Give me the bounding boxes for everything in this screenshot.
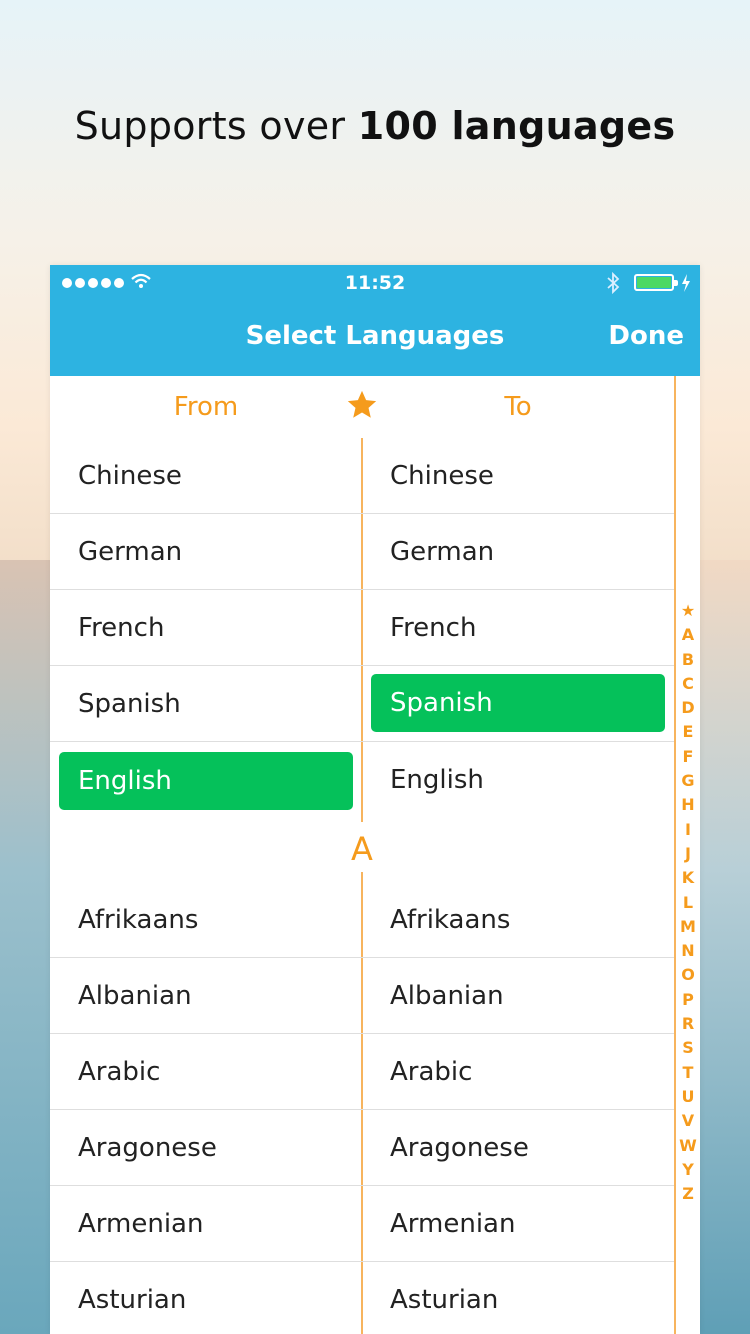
index-letter[interactable]: B xyxy=(682,648,694,672)
index-letter[interactable]: E xyxy=(683,720,694,744)
from-language-item[interactable]: Armenian xyxy=(78,1186,203,1262)
list-row: Arabic Arabic xyxy=(50,1034,674,1110)
index-letter[interactable]: U xyxy=(682,1085,695,1109)
to-language-item[interactable]: English xyxy=(390,742,484,818)
to-language-item[interactable]: Albanian xyxy=(390,958,504,1034)
index-letter[interactable]: A xyxy=(682,623,694,647)
from-language-selected[interactable]: English xyxy=(59,752,353,810)
to-language-item[interactable]: German xyxy=(390,514,494,590)
index-letter[interactable]: W xyxy=(679,1134,697,1158)
list-row: German German xyxy=(50,514,674,590)
from-language-item[interactable]: Albanian xyxy=(78,958,192,1034)
to-language-item[interactable]: French xyxy=(390,590,476,666)
bolt-icon xyxy=(682,274,690,292)
battery-icon xyxy=(634,274,678,291)
index-letter[interactable]: G xyxy=(681,769,694,793)
list-row: Afrikaans Afrikaans xyxy=(50,882,674,958)
to-language-item[interactable]: Chinese xyxy=(390,438,494,514)
index-letter[interactable]: V xyxy=(682,1109,694,1133)
index-letter[interactable]: L xyxy=(683,891,693,915)
language-list: From To Chinese Chinese German German Fr… xyxy=(50,376,674,1334)
index-letter[interactable]: H xyxy=(681,793,694,817)
headline: Supports over 100 languages xyxy=(0,104,750,148)
list-row: Aragonese Aragonese xyxy=(50,1110,674,1186)
index-letter[interactable]: I xyxy=(685,818,691,842)
index-letter[interactable]: D xyxy=(681,696,694,720)
list-row: Asturian Asturian xyxy=(50,1262,674,1334)
from-language-item[interactable]: Spanish xyxy=(78,666,181,742)
to-language-selected[interactable]: Spanish xyxy=(371,674,665,732)
to-column-header: To xyxy=(504,392,532,422)
nav-title: Select Languages xyxy=(245,321,505,351)
from-language-item[interactable]: French xyxy=(78,590,164,666)
from-language-item[interactable]: Aragonese xyxy=(78,1110,217,1186)
index-letter[interactable]: M xyxy=(680,915,696,939)
list-row: Spanish Spanish xyxy=(50,666,674,742)
index-letter[interactable]: J xyxy=(685,842,691,866)
list-row: French French xyxy=(50,590,674,666)
section-header-a: A xyxy=(338,830,386,868)
index-letter[interactable]: F xyxy=(683,745,694,769)
from-language-item[interactable]: Afrikaans xyxy=(78,882,198,958)
index-letter[interactable]: T xyxy=(683,1061,694,1085)
index-letter[interactable]: C xyxy=(682,672,694,696)
list-row: Armenian Armenian xyxy=(50,1186,674,1262)
headline-bold: 100 languages xyxy=(357,104,676,148)
device-screen: 11:52 Select Languages Done From To Chin… xyxy=(50,265,700,1334)
list-row: English English xyxy=(50,742,674,818)
to-language-item[interactable]: Arabic xyxy=(390,1034,472,1110)
status-bar: 11:52 xyxy=(50,265,700,301)
from-language-item[interactable]: Asturian xyxy=(78,1262,186,1334)
star-icon xyxy=(347,390,377,418)
list-row: Albanian Albanian xyxy=(50,958,674,1034)
from-language-item[interactable]: Chinese xyxy=(78,438,182,514)
index-letter[interactable]: P xyxy=(682,988,694,1012)
index-letter[interactable]: S xyxy=(682,1036,694,1060)
to-language-item[interactable]: Aragonese xyxy=(390,1110,529,1186)
index-letter[interactable]: Y xyxy=(682,1158,694,1182)
index-letter[interactable]: Z xyxy=(682,1182,694,1206)
status-time: 11:52 xyxy=(344,272,406,294)
navigation-bar: Select Languages Done xyxy=(50,301,700,376)
index-letter[interactable]: R xyxy=(682,1012,694,1036)
to-language-item[interactable]: Afrikaans xyxy=(390,882,510,958)
index-letter[interactable]: ★ xyxy=(681,599,695,623)
to-language-item[interactable]: Asturian xyxy=(390,1262,498,1334)
from-column-header: From xyxy=(173,392,239,422)
index-letter[interactable]: N xyxy=(681,939,694,963)
done-button[interactable]: Done xyxy=(608,321,684,351)
from-language-item[interactable]: Arabic xyxy=(78,1034,160,1110)
to-language-item[interactable]: Armenian xyxy=(390,1186,515,1262)
bluetooth-icon xyxy=(607,271,620,295)
index-letter[interactable]: K xyxy=(682,866,694,890)
headline-prefix: Supports over xyxy=(74,104,358,148)
alphabet-index[interactable]: ★ A B C D E F G H I J K L M N O P R S T U V W Y Z xyxy=(676,599,700,1206)
list-row: Chinese Chinese xyxy=(50,438,674,514)
from-language-item[interactable]: German xyxy=(78,514,182,590)
index-letter[interactable]: O xyxy=(681,963,695,987)
